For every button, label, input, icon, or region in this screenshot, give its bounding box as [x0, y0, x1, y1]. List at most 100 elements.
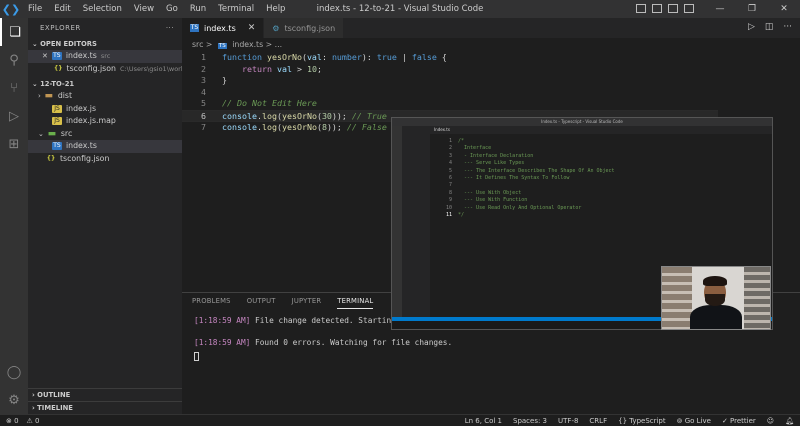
outline-label: OUTLINE — [37, 391, 71, 399]
tab-index-ts[interactable]: TS index.ts ✕ — [182, 18, 265, 38]
toggle-panel-icon[interactable] — [652, 4, 662, 13]
code-line[interactable]: 2 return val > 10; — [182, 64, 718, 76]
title-bar: ❮❯ File Edit Selection View Go Run Termi… — [0, 0, 800, 18]
folder-icon: ▬ — [44, 91, 54, 102]
tree-item-dist[interactable]: › ▬ dist — [28, 90, 182, 103]
toggle-secondary-sidebar-icon[interactable] — [668, 4, 678, 13]
layout-controls — [636, 4, 694, 13]
end-of-line[interactable]: CRLF — [589, 417, 607, 425]
go-live-button[interactable]: ⊚ Go Live — [677, 417, 711, 425]
code-line[interactable]: 1 function yesOrNo(val: number): true | f… — [182, 52, 718, 64]
overlay-tab: Index.ts — [430, 126, 772, 134]
customize-layout-icon[interactable] — [684, 4, 694, 13]
close-tab-icon[interactable]: ✕ — [248, 23, 256, 33]
minimize-icon[interactable]: — — [704, 0, 736, 18]
editor-tabs: TS index.ts ✕ ⚙ tsconfig.json — [182, 18, 800, 38]
tree-item-index-js-map[interactable]: JS index.js.map — [28, 115, 182, 128]
extensions-icon[interactable]: ⊞ — [0, 130, 28, 158]
overlay-title: Index.ts - Typescript - Visual Studio Co… — [541, 119, 623, 124]
status-bar: ⊗ 0 ⚠ 0 Ln 6, Col 1 Spaces: 3 UTF-8 CRLF… — [0, 414, 800, 426]
breadcrumb: src > TS index.ts > ... — [182, 38, 800, 52]
code-line[interactable]: 5 // Do Not Edit Here — [182, 98, 718, 110]
menu-file[interactable]: File — [22, 0, 48, 18]
search-icon[interactable]: ⚲ — [0, 46, 28, 74]
run-icon[interactable]: ▷ — [748, 22, 755, 32]
warnings-indicator[interactable]: ⚠ 0 — [27, 417, 40, 425]
more-editor-actions-icon[interactable]: ··· — [783, 22, 792, 32]
overlay-sidebar — [402, 126, 430, 323]
overlay-title-bar: Index.ts - Typescript - Visual Studio Co… — [392, 118, 772, 126]
editor-actions: ▷ ◫ ··· — [748, 22, 792, 32]
timeline-section[interactable]: › TIMELINE — [28, 401, 182, 414]
line-content: // Do Not Edit Here — [222, 98, 317, 109]
feedback-icon[interactable]: ☺ — [767, 417, 774, 425]
menu-edit[interactable]: Edit — [48, 0, 76, 18]
js-file-icon: JS — [52, 117, 62, 126]
indentation[interactable]: Spaces: 3 — [513, 417, 547, 425]
errors-indicator[interactable]: ⊗ 0 — [6, 417, 19, 425]
line-content: return val > 10; — [241, 63, 322, 74]
encoding[interactable]: UTF-8 — [558, 417, 578, 425]
outline-section[interactable]: › OUTLINE — [28, 388, 182, 401]
overlay-activity-bar — [392, 126, 402, 323]
ts-icon: TS — [217, 43, 227, 49]
tab-tsconfig[interactable]: ⚙ tsconfig.json — [264, 18, 345, 38]
prettier-status[interactable]: ✓ Prettier — [722, 417, 756, 425]
breadcrumb-folder[interactable]: src — [192, 40, 203, 49]
overlay-code-line: 11 */ — [445, 211, 465, 218]
menu-selection[interactable]: Selection — [77, 0, 128, 18]
close-editor-icon[interactable]: ✕ — [42, 50, 48, 63]
split-editor-icon[interactable]: ◫ — [765, 22, 774, 32]
menu-view[interactable]: View — [128, 0, 160, 18]
toggle-sidebar-icon[interactable] — [636, 4, 646, 13]
tab-output[interactable]: OUTPUT — [247, 293, 276, 309]
tree-item-index-js[interactable]: JS index.js — [28, 103, 182, 116]
close-window-icon[interactable]: ✕ — [768, 0, 800, 18]
code-line[interactable]: 4 — [182, 87, 718, 99]
account-icon[interactable]: ◯ — [0, 358, 28, 386]
workspace-section[interactable]: ⌄ 12-TO-21 — [28, 78, 182, 90]
open-editor-item-tsconfig[interactable]: {} tsconfig.json C:\Users\gsio1\workt... — [28, 63, 182, 76]
menu-bar: File Edit Selection View Go Run Terminal… — [22, 0, 291, 18]
workspace-label: 12-TO-21 — [40, 80, 75, 88]
tree-item-label: index.ts — [66, 141, 97, 150]
code-line[interactable]: 3} — [182, 75, 718, 87]
manage-gear-icon[interactable]: ⚙ — [0, 386, 28, 414]
more-actions-icon[interactable]: ··· — [166, 18, 174, 38]
line-number: 3 — [201, 75, 206, 86]
run-debug-icon[interactable]: ▷ — [0, 102, 28, 130]
breadcrumb-file[interactable]: index.ts — [232, 40, 263, 49]
tree-item-index-ts[interactable]: TS index.ts — [28, 140, 182, 153]
line-content: console.log(yesOrNo(30)); // True — [222, 111, 387, 121]
json-icon: {} — [54, 64, 63, 72]
open-editors-section[interactable]: ⌄ OPEN EDITORS — [28, 38, 182, 50]
tab-jupyter[interactable]: JUPYTER — [292, 293, 322, 309]
tab-terminal[interactable]: TERMINAL — [337, 293, 374, 309]
explorer-title: EXPLORER — [40, 24, 81, 32]
tree-item-tsconfig[interactable]: {} tsconfig.json — [28, 153, 182, 166]
ts-icon: TS — [51, 52, 62, 61]
notifications-bell-icon[interactable]: 🔔︎ — [785, 417, 794, 425]
json-icon: ⚙ — [272, 23, 280, 33]
language-mode[interactable]: {} TypeScript — [618, 417, 666, 425]
tab-problems[interactable]: PROBLEMS — [192, 293, 231, 309]
cursor-position[interactable]: Ln 6, Col 1 — [465, 417, 502, 425]
terminal-line: [1:18:59 AM] Found 0 errors. Watching fo… — [194, 338, 453, 347]
overlay-code-line: 7 — [448, 182, 452, 189]
restore-icon[interactable]: ❐ — [736, 0, 768, 18]
menu-run[interactable]: Run — [184, 0, 212, 18]
open-editor-name: tsconfig.json — [66, 63, 116, 73]
timeline-label: TIMELINE — [37, 404, 73, 412]
activity-bar: ❏ ⚲ ⑂ ▷ ⊞ ◯ ⚙ — [0, 18, 28, 414]
menu-go[interactable]: Go — [160, 0, 184, 18]
explorer-sidebar: EXPLORER ··· ⌄ OPEN EDITORS ✕ TS index.t… — [28, 18, 182, 414]
tree-item-src[interactable]: ⌄ ▬ src — [28, 128, 182, 141]
open-editor-item-index-ts[interactable]: ✕ TS index.ts src — [28, 50, 182, 63]
overlay-code-line: 1/* — [448, 138, 465, 144]
menu-terminal[interactable]: Terminal — [212, 0, 260, 18]
source-control-icon[interactable]: ⑂ — [0, 74, 28, 102]
explorer-icon[interactable]: ❏ — [0, 18, 28, 46]
vscode-logo-icon: ❮❯ — [1, 2, 21, 16]
menu-help[interactable]: Help — [260, 0, 291, 18]
line-number: 4 — [201, 86, 206, 97]
